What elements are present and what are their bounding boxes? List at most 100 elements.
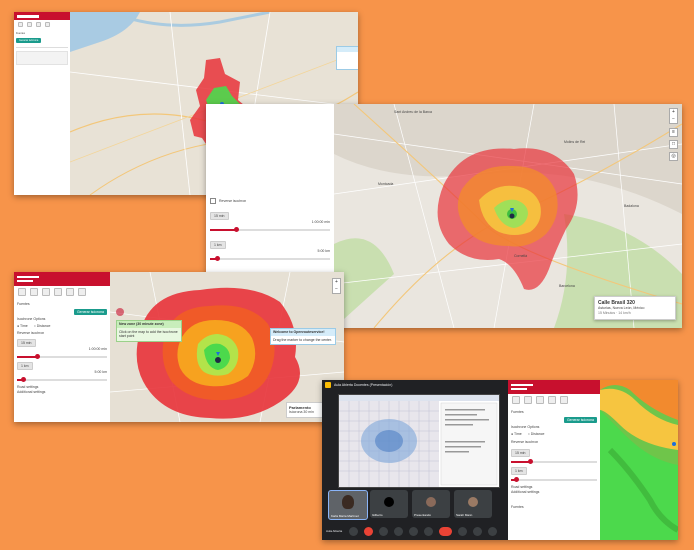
time-badge[interactable]: 15 min bbox=[210, 212, 229, 220]
time-value: 1:00:00 min bbox=[311, 220, 330, 224]
end-call-button[interactable] bbox=[439, 526, 453, 536]
distance-slider[interactable] bbox=[511, 477, 597, 482]
menu-icon[interactable] bbox=[18, 288, 26, 296]
place-title: Fuentes bbox=[511, 410, 524, 414]
place-label: Montcada bbox=[378, 182, 394, 186]
raise-hand-button[interactable] bbox=[394, 526, 404, 536]
poi-meta: 15 Minutos · 14 km/h bbox=[598, 311, 631, 315]
toolbar bbox=[14, 20, 70, 31]
popup-title: New zone (30 minute zone) bbox=[117, 321, 181, 328]
layers-icon[interactable] bbox=[524, 396, 532, 404]
chat-button[interactable] bbox=[488, 526, 498, 536]
participant-name: Presentando bbox=[414, 513, 432, 517]
info-button[interactable] bbox=[458, 526, 468, 536]
pin-icon[interactable] bbox=[560, 396, 568, 404]
popup-body: Drag the marker to change the center. bbox=[273, 337, 332, 342]
time-badge[interactable]: 15 min bbox=[511, 449, 530, 457]
location-button[interactable]: ◎ bbox=[669, 152, 678, 161]
additional-settings-toggle[interactable]: Additional settings bbox=[17, 390, 107, 395]
map-view[interactable] bbox=[600, 380, 678, 540]
mic-button[interactable] bbox=[349, 526, 359, 536]
isochrone-options-header[interactable]: Isochrone Options bbox=[17, 317, 107, 322]
captions-button[interactable] bbox=[379, 526, 389, 536]
avatar bbox=[426, 497, 436, 507]
zoom-control[interactable]: + − bbox=[332, 278, 341, 294]
reverse-checkbox[interactable] bbox=[210, 198, 216, 204]
ors-sidebar: Fuentes Generar isócrona Isochrone Optio… bbox=[508, 380, 600, 540]
mode-distance-radio[interactable]: ○ Distance bbox=[528, 432, 545, 437]
pin-icon[interactable] bbox=[66, 288, 74, 296]
meeting-controls: Aula Abierta bbox=[322, 522, 506, 540]
route-icon[interactable] bbox=[42, 288, 50, 296]
participant-name: Gilberto bbox=[372, 513, 383, 517]
meeting-area: Aula Abierta Docentes (Presentación) Kar… bbox=[322, 380, 506, 540]
map-view[interactable]: New zone (30 minute zone) Click on the m… bbox=[110, 272, 344, 422]
layers-button[interactable]: ≡ bbox=[669, 128, 678, 137]
header-bar bbox=[14, 12, 70, 20]
time-slider[interactable] bbox=[210, 227, 330, 232]
header-bar bbox=[508, 380, 600, 394]
brand-logo bbox=[17, 14, 39, 18]
additional-settings-toggle[interactable]: Additional settings bbox=[511, 490, 597, 495]
popup-title: Welcome to Openrouteservice! bbox=[271, 329, 335, 336]
place-label: Sant Andreu de la Barca bbox=[394, 110, 432, 114]
zoom-control[interactable]: + − bbox=[669, 108, 678, 124]
people-button[interactable] bbox=[473, 526, 483, 536]
welcome-popup: Welcome to Openrouteservice! Drag the ma… bbox=[270, 328, 336, 345]
new-zone-popup: New zone (30 minute zone) Click on the m… bbox=[116, 320, 182, 342]
distance-badge[interactable]: 1 km bbox=[210, 241, 226, 249]
meeting-header: Aula Abierta Docentes (Presentación) bbox=[322, 380, 506, 390]
generate-isochrone-button[interactable]: Generar isócrona bbox=[73, 309, 107, 315]
isochrone-icon[interactable] bbox=[54, 288, 62, 296]
time-value: 1:00:00 min bbox=[88, 347, 107, 351]
distance-slider[interactable] bbox=[210, 256, 330, 261]
menu-icon[interactable] bbox=[18, 22, 23, 27]
divider bbox=[16, 47, 68, 48]
generate-isochrone-button[interactable]: Generar isócrona bbox=[563, 417, 597, 423]
route-icon[interactable] bbox=[36, 22, 41, 27]
mode-distance-radio[interactable]: ○ Distance bbox=[34, 324, 51, 329]
isochrone-icon[interactable] bbox=[548, 396, 556, 404]
mode-time-radio[interactable]: ● Time bbox=[17, 324, 28, 329]
avatar bbox=[468, 497, 478, 507]
participant-tile[interactable]: Karla María Martínez bbox=[328, 490, 368, 520]
time-badge[interactable]: 15 min bbox=[17, 339, 36, 347]
reverse-label[interactable]: Reverse isochron bbox=[17, 331, 107, 336]
participant-tile[interactable]: Presentando bbox=[412, 490, 450, 518]
toolbar bbox=[14, 286, 110, 300]
route-icon[interactable] bbox=[536, 396, 544, 404]
layers-icon[interactable] bbox=[27, 22, 32, 27]
place-label: Cornellà bbox=[514, 254, 528, 258]
popup-body: Click on the map to add the isochrone st… bbox=[119, 329, 178, 339]
more-options-button[interactable] bbox=[424, 526, 434, 536]
isochrone-icon[interactable] bbox=[45, 22, 50, 27]
present-button[interactable] bbox=[409, 526, 419, 536]
map-view[interactable]: Sant Andreu de la Barca Molins de Rei Mo… bbox=[334, 104, 682, 328]
camera-off-button[interactable] bbox=[364, 526, 374, 536]
distance-slider[interactable] bbox=[17, 377, 107, 382]
participant-tile[interactable]: Gilberto bbox=[370, 490, 408, 518]
isochrone-options-header[interactable]: Isochrone Options bbox=[511, 425, 597, 430]
distance-badge[interactable]: 1 km bbox=[511, 467, 527, 475]
screenshot-4: Aula Abierta Docentes (Presentación) Kar… bbox=[322, 380, 678, 540]
distance-badge[interactable]: 1 km bbox=[17, 362, 33, 370]
menu-icon[interactable] bbox=[512, 396, 520, 404]
participant-tile[interactable]: Sarah Mann bbox=[454, 490, 492, 518]
generate-isochrone-button[interactable]: Generar isócrona bbox=[16, 38, 42, 43]
place-label: Molins de Rei bbox=[564, 140, 586, 144]
footer-place: Fuentes bbox=[511, 505, 524, 509]
reverse-label[interactable]: Reverse isochron bbox=[511, 440, 597, 445]
place-title: Fuentes bbox=[17, 302, 30, 306]
mode-distance-label: Distance bbox=[530, 432, 545, 436]
settings-icon[interactable] bbox=[78, 288, 86, 296]
layers-icon[interactable] bbox=[30, 288, 38, 296]
fullscreen-button[interactable]: □ bbox=[669, 140, 678, 149]
time-slider[interactable] bbox=[17, 354, 107, 359]
reverse-label: Reverse isochron bbox=[219, 198, 247, 203]
participant-name: Sarah Mann bbox=[456, 513, 473, 517]
poi-card[interactable]: Calle Brasil 320 Asturias, Nueva León, M… bbox=[594, 296, 676, 320]
time-slider[interactable] bbox=[511, 459, 597, 464]
distance-value: 5:00 km bbox=[94, 370, 107, 374]
mode-time-radio[interactable]: ● Time bbox=[511, 432, 522, 437]
toolbar bbox=[508, 394, 600, 408]
